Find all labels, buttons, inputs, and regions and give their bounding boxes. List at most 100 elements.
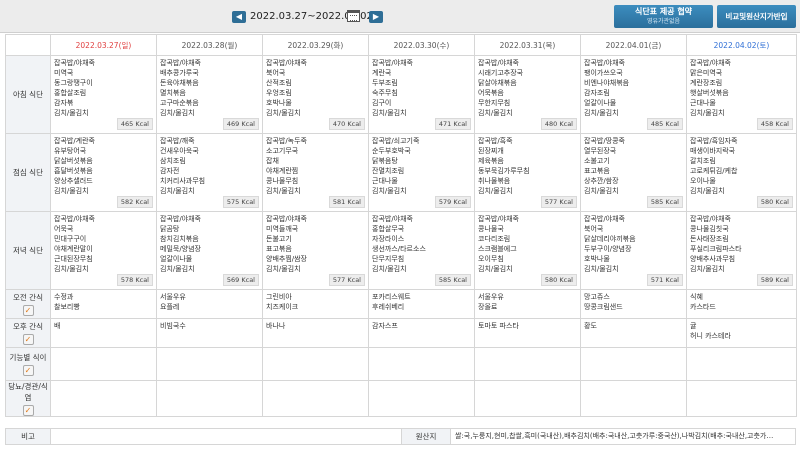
menu-item: 생선까스/타르소스 xyxy=(372,245,426,253)
kcal-badge: 575 Kcal xyxy=(222,196,259,208)
menu-cell[interactable]: 잡곡밥/야채죽 콩나물김칫국 돈사태장조림 푸실리크림파스타 양배추사과무침 김치/물김치… xyxy=(686,211,797,290)
menu-item: 비엔나야채볶음 xyxy=(584,79,630,87)
kcal-badge: 582 Kcal xyxy=(116,196,153,208)
menu-item: 계란국 xyxy=(372,69,392,77)
menu-cell[interactable]: 잡곡밥/야채죽 시래기고추장국 닭살야채볶음 어묵볶음 무한지무침 김치/물김치 480 K… xyxy=(474,55,581,134)
menu-cell[interactable]: 잡곡밥/야채죽 콩나물국 코다리조림 스크램블에그 오이무침 김치/물김치 580 Kcal xyxy=(474,211,581,290)
menu-cell[interactable]: 잡곡밥/야채죽 북어국 닭살데리야끼볶음 두부구이/양념장 호박나물 김치/물김치 571 … xyxy=(580,211,687,290)
kcal-badge: 577 Kcal xyxy=(328,274,365,286)
menu-cell[interactable]: 망고쥬스 땅콩크림샌드 xyxy=(580,289,687,319)
menu-cell[interactable]: 잡곡밥/계란죽 유부탕어국 닭살버섯볶음 흡달버섯볶음 양상추샐러드 김치/물김치 582 … xyxy=(50,133,157,212)
menu-cell[interactable] xyxy=(686,380,797,417)
menu-cell[interactable]: 잡곡밥/녹두죽 소고기무국 잡채 야채계란찜 콩나물무침 김치/물김치 581 Kcal xyxy=(262,133,369,212)
menu-item: 김치/물김치 xyxy=(372,109,407,117)
menu-cell[interactable]: 감자스프 xyxy=(368,318,475,348)
compare-origin-button[interactable]: 비교및원산지가반입 xyxy=(717,5,796,28)
menu-cell[interactable]: 잡곡밥/흑죽 된장찌개 제육볶음 동부묵김가루무침 취나물볶음 김치/물김치 577 Kca… xyxy=(474,133,581,212)
menu-cell[interactable]: 수정과 찰보리빵 xyxy=(50,289,157,319)
menu-cell[interactable]: 포카리스웨트 후레쉬베리 xyxy=(368,289,475,319)
menu-cell[interactable]: 식혜 카스타드 xyxy=(686,289,797,319)
row-checkbox[interactable]: ✓ xyxy=(22,334,34,345)
menu-item: 김치/물김치 xyxy=(160,265,195,273)
menu-cell[interactable]: 잡곡밥/깨죽 건새우아욱국 삼치조림 감자전 치커리사과무침 김치/물김치 575 Kcal xyxy=(156,133,263,212)
menu-cell[interactable]: 잡곡밥/흑임자죽 매생이바지락국 갈치조림 고로케튀김/케찹 오이나물 김치/물김치 580… xyxy=(686,133,797,212)
menu-item: 동부묵김가루무침 xyxy=(478,167,530,175)
menu-cell[interactable]: 잡곡밥/야채죽 미역들깨국 돈불고기 표고볶음 양배추찜/쌈장 김치/물김치 577 Kca… xyxy=(262,211,369,290)
menu-cell[interactable]: 잡곡밥/야채죽 닭곰탕 참치김치볶음 메밀묵/양념장 얼갈이나물 김치/물김치 569 Kc… xyxy=(156,211,263,290)
menu-item: 잡곡밥/녹두죽 xyxy=(266,137,307,145)
row-checkbox[interactable]: ✓ xyxy=(22,305,34,316)
menu-cell[interactable]: 잡곡밥/야채죽 미역국 동그랑땡구이 홍합살조림 감자볶 김치/물김치 465 Kcal xyxy=(50,55,157,134)
menu-item: 토마토 파스타 xyxy=(478,322,519,330)
menu-item: 서울우유 xyxy=(478,293,504,301)
row-checkbox[interactable]: ✓ xyxy=(22,365,34,376)
menu-item: 우엉조림 xyxy=(266,89,292,97)
menu-item: 잡곡밥/흑죽 xyxy=(478,137,513,145)
menu-cell[interactable] xyxy=(474,347,581,381)
menu-item: 소불고기 xyxy=(584,157,610,165)
menu-cell[interactable] xyxy=(368,347,475,381)
kcal-badge: 589 Kcal xyxy=(756,274,793,286)
menu-item: 치커리사과무침 xyxy=(160,177,206,185)
menu-cell[interactable] xyxy=(580,380,687,417)
menu-item: 표고볶음 xyxy=(584,167,610,175)
menu-cell[interactable]: 귤 허니 카스테라 xyxy=(686,318,797,348)
supply-agreement-button[interactable]: 식단표 제공 협약 영유가관없음 xyxy=(614,5,713,28)
menu-item: 무한지무침 xyxy=(478,99,511,107)
menu-cell[interactable] xyxy=(50,347,157,381)
menu-cell[interactable]: 배 xyxy=(50,318,157,348)
menu-item: 콩나물국 xyxy=(478,225,504,233)
menu-cell[interactable]: 토마토 파스타 xyxy=(474,318,581,348)
menu-cell[interactable] xyxy=(50,380,157,417)
menu-item: 닭살버섯볶음 xyxy=(54,157,93,165)
menu-cell[interactable]: 황도 xyxy=(580,318,687,348)
menu-item: 잡곡밥/계란죽 xyxy=(54,137,95,145)
next-week-button[interactable]: ▶ xyxy=(369,11,383,23)
row-label-text: 기능별 식이 xyxy=(9,353,47,362)
menu-cell[interactable]: 잡곡밥/야채죽 배추콩가루국 돈육야채볶음 멸치볶음 고구마순볶음 김치/물김치 469 K… xyxy=(156,55,263,134)
menu-row-pm_snack: 오후 간식 ✓ 배 비빔국수 바나나 감자스프 토마토 파스타 황도 귤 허니 카스테라 xyxy=(5,318,797,348)
menu-cell[interactable]: 서울우유 장올료 xyxy=(474,289,581,319)
menu-cell[interactable] xyxy=(262,347,369,381)
menu-item: 바나나 xyxy=(266,322,286,330)
menu-item: 망고쥬스 xyxy=(584,293,610,301)
menu-item: 잡곡밥/흑임자죽 xyxy=(690,137,738,145)
row-label-text: 저녁 식단 xyxy=(13,246,43,255)
menu-cell[interactable]: 서울우유 요플레 xyxy=(156,289,263,319)
chevron-left-icon: ◀ xyxy=(235,12,243,21)
row-label-functional: 기능별 식이 ✓ xyxy=(5,347,51,381)
menu-item: 잡곡밥/쇠고기죽 xyxy=(372,137,420,145)
menu-cell[interactable]: 잡곡밥/야채죽 어묵국 민대구구이 야채계란말이 근대된장무침 김치/물김치 578 Kca… xyxy=(50,211,157,290)
menu-item: 콩나물무침 xyxy=(266,177,299,185)
menu-item: 잡곡밥/야채죽 xyxy=(266,215,307,223)
menu-item: 감자스프 xyxy=(372,322,398,330)
menu-cell[interactable]: 잡곡밥/야채죽 팽이가쓰오국 비엔나야채볶음 감자조림 얼갈이나물 김치/물김치 485 K… xyxy=(580,55,687,134)
menu-cell[interactable]: 잡곡밥/야채죽 북어국 산적조림 우엉조림 호박나물 김치/물김치 470 Kcal xyxy=(262,55,369,134)
menu-cell[interactable]: 그린비아 치즈케이크 xyxy=(262,289,369,319)
menu-cell[interactable] xyxy=(580,347,687,381)
prev-week-button[interactable]: ◀ xyxy=(232,11,246,23)
menu-cell[interactable]: 잡곡밥/쇠고기죽 순두부호박국 닭볶음탕 잔멸치조림 근대나물 김치/물김치 579 Kca… xyxy=(368,133,475,212)
menu-cell[interactable]: 비빔국수 xyxy=(156,318,263,348)
menu-item: 김치/물김치 xyxy=(478,265,513,273)
menu-row-functional: 기능별 식이 ✓ xyxy=(5,347,797,381)
menu-cell[interactable] xyxy=(156,347,263,381)
menu-item: 콩나물김칫국 xyxy=(690,225,729,233)
menu-item: 김치/물김치 xyxy=(478,187,513,195)
menu-cell[interactable] xyxy=(474,380,581,417)
menu-item: 북어국 xyxy=(266,69,286,77)
menu-cell[interactable] xyxy=(262,380,369,417)
menu-cell[interactable]: 바나나 xyxy=(262,318,369,348)
menu-cell[interactable]: 잡곡밥/야채죽 계란국 두부조림 숙주무침 김구이 김치/물김치 471 Kcal xyxy=(368,55,475,134)
menu-cell[interactable]: 잡곡밥/야채죽 홍합살무국 자장라이스 생선까스/타르소스 단무지무침 김치/물김치 585… xyxy=(368,211,475,290)
row-label-lunch: 점심 식단 xyxy=(5,133,51,212)
menu-cell[interactable] xyxy=(686,347,797,381)
menu-item: 홍합살무국 xyxy=(372,225,405,233)
calendar-icon[interactable] xyxy=(347,10,360,22)
menu-cell[interactable]: 잡곡밥/땅콩죽 열무된장국 소불고기 표고볶음 상추깐/쌈장 김치/물김치 585 Kcal xyxy=(580,133,687,212)
row-checkbox[interactable]: ✓ xyxy=(22,405,34,416)
menu-cell[interactable] xyxy=(156,380,263,417)
menu-cell[interactable]: 잡곡밥/야채죽 맑은미역국 계란장조림 햇살버섯볶음 근대나물 김치/물김치 458 Kca… xyxy=(686,55,797,134)
menu-item: 포카리스웨트 xyxy=(372,293,411,301)
menu-cell[interactable] xyxy=(368,380,475,417)
